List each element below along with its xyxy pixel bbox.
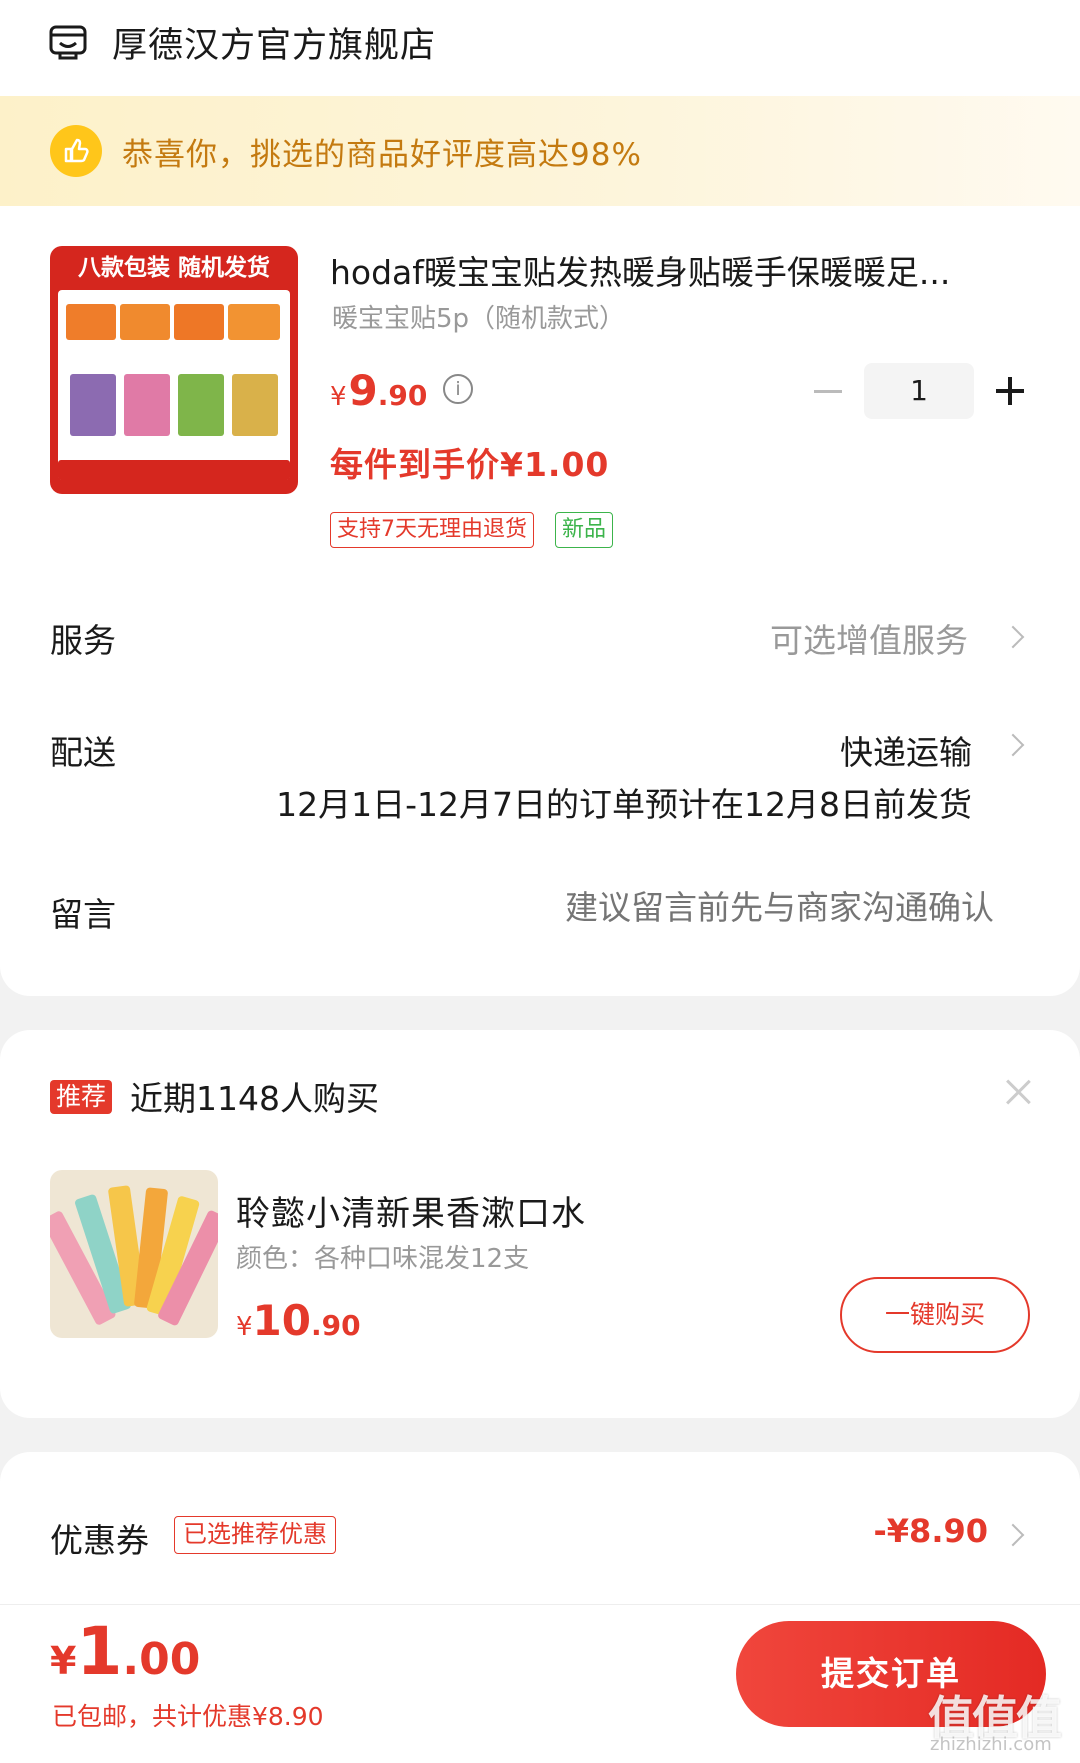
increase-quantity-button[interactable] bbox=[994, 373, 1026, 409]
quick-buy-button[interactable]: 一键购买 bbox=[840, 1277, 1030, 1353]
price-currency: ¥ bbox=[236, 1312, 253, 1342]
price-currency: ¥ bbox=[330, 382, 347, 412]
total-note: 已包邮，共计优惠¥8.90 bbox=[52, 1702, 324, 1731]
quantity-input[interactable]: 1 bbox=[864, 363, 974, 419]
product-price: ¥ 9 .90 bbox=[330, 366, 427, 415]
coupon-card[interactable]: 优惠券 已选推荐优惠 -¥8.90 bbox=[0, 1452, 1080, 1612]
service-option[interactable]: 可选增值服务 bbox=[770, 614, 968, 662]
thumbs-up-icon bbox=[50, 125, 102, 177]
chevron-right-icon[interactable] bbox=[1005, 1524, 1019, 1548]
price-decimal: .90 bbox=[377, 379, 428, 412]
chevron-right-icon[interactable] bbox=[1005, 626, 1019, 650]
rating-text: 恭喜你，挑选的商品好评度高达98% bbox=[122, 136, 642, 173]
price-integer: 10 bbox=[252, 1296, 311, 1345]
product-image[interactable]: 八款包装 随机发货 bbox=[50, 246, 298, 494]
delivery-label: 配送 bbox=[50, 733, 116, 772]
coupon-value[interactable]: -¥8.90 bbox=[874, 1512, 989, 1550]
recommend-title: 近期1148人购买 bbox=[130, 1079, 379, 1118]
decrease-quantity-button[interactable] bbox=[812, 373, 844, 409]
order-card: 厚德汉方官方旗舰店 恭喜你，挑选的商品好评度高达98% 八款包装 随机发货 ho… bbox=[0, 0, 1080, 996]
watermark-url: zhizhizhi.com bbox=[930, 1734, 1052, 1755]
price-integer: 1 bbox=[76, 1613, 123, 1690]
recommend-item-spec: 颜色：各种口味混发12支 bbox=[236, 1244, 530, 1274]
checkout-bar: ¥ 1 .00 已包邮，共计优惠¥8.90 提交订单 bbox=[0, 1604, 1080, 1763]
price-decimal: .90 bbox=[311, 1309, 361, 1342]
coupon-label: 优惠券 bbox=[50, 1521, 149, 1560]
price-decimal: .00 bbox=[122, 1634, 201, 1685]
store-name: 厚德汉方官方旗舰店 bbox=[112, 25, 437, 66]
price-integer: 9 bbox=[348, 366, 378, 415]
new-product-tag: 新品 bbox=[555, 512, 614, 548]
price-currency: ¥ bbox=[50, 1639, 77, 1683]
recommend-card: 推荐 近期1148人购买 聆懿小清新果香漱口水 颜色：各种口味混发12支 ¥ 1… bbox=[0, 1030, 1080, 1418]
rating-banner: 恭喜你，挑选的商品好评度高达98% bbox=[0, 96, 1080, 206]
coupon-tag: 已选推荐优惠 bbox=[174, 1516, 336, 1554]
chevron-right-icon[interactable] bbox=[1005, 734, 1019, 758]
service-label: 服务 bbox=[50, 621, 116, 660]
close-icon[interactable] bbox=[1004, 1078, 1032, 1106]
return-policy-tag: 支持7天无理由退货 bbox=[330, 512, 534, 548]
product-spec[interactable]: 暖宝宝贴5p（随机款式） bbox=[332, 298, 625, 335]
recommend-item-price: ¥ 10 .90 bbox=[236, 1296, 361, 1345]
recommend-item-name[interactable]: 聆懿小清新果香漱口水 bbox=[236, 1186, 586, 1235]
product-image-body bbox=[58, 290, 290, 480]
recommend-badge: 推荐 bbox=[50, 1080, 113, 1114]
unit-price: 每件到手价¥1.00 bbox=[330, 445, 610, 484]
message-input[interactable] bbox=[434, 888, 994, 927]
product-image-header: 八款包装 随机发货 bbox=[77, 255, 270, 281]
store-icon bbox=[49, 25, 87, 60]
recommend-image[interactable] bbox=[50, 1170, 218, 1338]
info-icon[interactable]: i bbox=[443, 374, 473, 404]
store-row[interactable]: 厚德汉方官方旗舰店 bbox=[48, 14, 436, 70]
total-price: ¥ 1 .00 bbox=[50, 1613, 200, 1690]
delivery-note: 12月1日-12月7日的订单预计在12月8日前发货 bbox=[276, 785, 972, 824]
delivery-method[interactable]: 快递运输 bbox=[840, 726, 972, 774]
message-label: 留言 bbox=[50, 895, 116, 934]
product-title[interactable]: hodaf暖宝宝贴发热暖身贴暖手保暖暖足... bbox=[330, 246, 1030, 294]
